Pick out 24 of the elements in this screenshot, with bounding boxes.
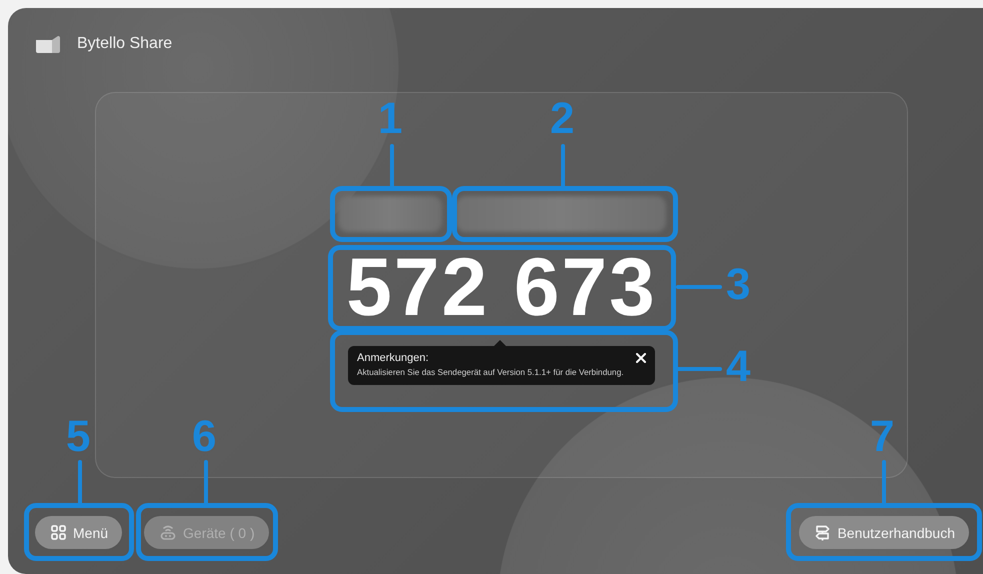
- note-text: Aktualisieren Sie das Sendegerät auf Version 5.1.1+ für die Verbindung.: [357, 367, 625, 377]
- leader-line: [390, 144, 394, 188]
- close-icon[interactable]: [636, 353, 646, 363]
- callout-number: 1: [378, 96, 402, 142]
- callout-number: 5: [66, 414, 90, 460]
- pairing-code: 572 673: [346, 256, 657, 320]
- callout-number: 3: [726, 262, 750, 308]
- manual-button[interactable]: Benutzerhandbuch: [799, 516, 969, 549]
- router-icon: [160, 525, 176, 540]
- callout-number: 7: [870, 414, 894, 460]
- leader-line: [882, 460, 886, 505]
- signpost-icon: [815, 524, 830, 540]
- callout-number: 2: [550, 96, 574, 142]
- menu-button[interactable]: Menü: [35, 516, 122, 549]
- leader-line: [78, 460, 82, 505]
- leader-line: [561, 144, 565, 188]
- callout-number: 6: [192, 414, 216, 460]
- grid-icon: [51, 525, 66, 540]
- leader-line: [204, 460, 208, 505]
- app-title: Bytello Share: [77, 35, 172, 53]
- note-title: Anmerkungen:: [357, 352, 429, 364]
- app-logo-icon: [36, 36, 60, 52]
- callout-number: 4: [726, 344, 750, 390]
- leader-line: [676, 367, 722, 371]
